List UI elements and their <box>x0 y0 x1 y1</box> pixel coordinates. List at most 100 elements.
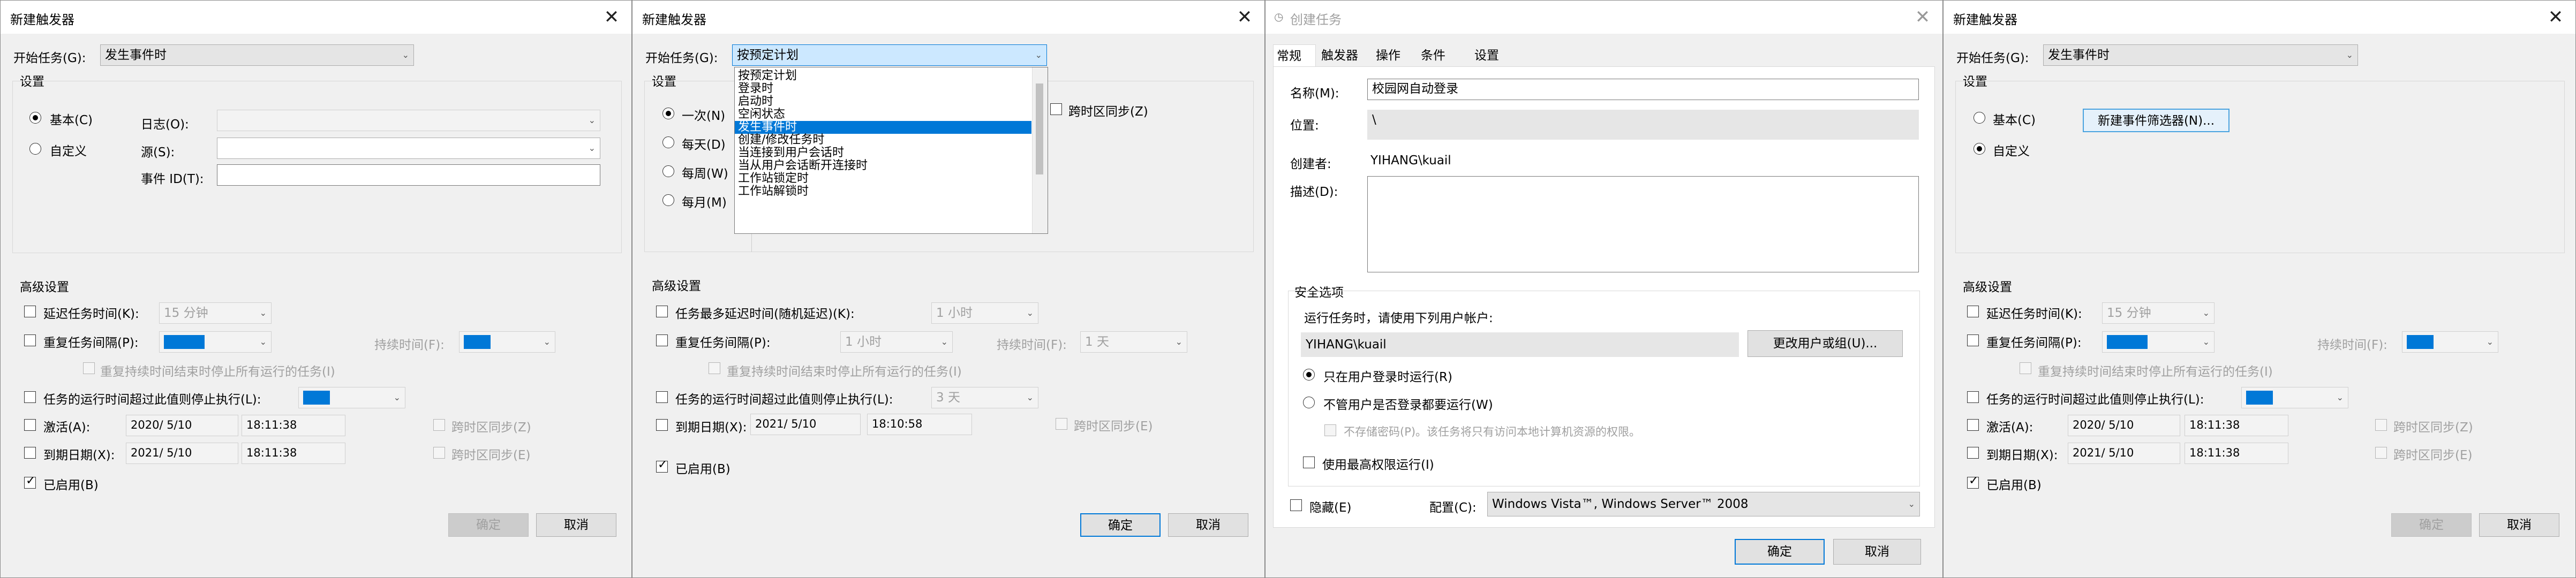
start-task-select[interactable]: 发生事件时 ⌄ <box>2043 44 2358 66</box>
activate-time[interactable]: 18:11:38 <box>2185 415 2288 436</box>
new-event-filter-button[interactable]: 新建事件筛选器(N)... <box>2083 109 2229 132</box>
repeat-select[interactable]: 1 小时 ⌄ <box>840 331 953 353</box>
log-select[interactable]: ⌄ <box>217 110 600 131</box>
start-task-select[interactable]: 按预定计划 ⌄ <box>732 44 1047 66</box>
expire-time[interactable]: 18:11:38 <box>242 443 345 464</box>
repeat-checkbox[interactable] <box>1967 334 1979 346</box>
basic-radio[interactable] <box>1974 112 1985 124</box>
stop-repeat-checkbox[interactable] <box>83 362 95 374</box>
dropdown-option[interactable]: 发生事件时 <box>735 121 1031 134</box>
once-radio[interactable] <box>662 108 674 119</box>
duration-select[interactable]: 1 天 ⌄ <box>1080 331 1187 353</box>
delay-select[interactable]: 1 小时 ⌄ <box>931 302 1038 324</box>
monthly-radio[interactable] <box>662 194 674 206</box>
tab-1[interactable]: 触发器 <box>1318 44 1372 67</box>
only-logged-on-radio[interactable] <box>1303 369 1315 381</box>
activate-date[interactable]: 2020/ 5/10 <box>2068 415 2180 436</box>
repeat-select[interactable]: ⌄ <box>2102 331 2215 353</box>
close-icon[interactable]: ✕ <box>2541 3 2570 32</box>
expire-time[interactable]: 18:11:38 <box>2185 443 2288 464</box>
dropdown-option[interactable]: 工作站锁定时 <box>735 172 1031 185</box>
hidden-checkbox[interactable] <box>1290 499 1302 511</box>
ok-button[interactable]: 确定 <box>2391 513 2472 537</box>
tab-4[interactable]: 设置 <box>1471 44 1516 67</box>
expire-date[interactable]: 2021/ 5/10 <box>126 443 238 464</box>
enabled-checkbox[interactable] <box>656 458 668 473</box>
close-icon[interactable]: ✕ <box>1908 3 1937 32</box>
close-icon[interactable]: ✕ <box>1230 3 1259 32</box>
basic-radio[interactable] <box>29 112 41 124</box>
sync-tz-expire-checkbox[interactable] <box>1056 418 1067 430</box>
stop-if-longer-checkbox[interactable] <box>1967 391 1979 403</box>
dropdown-option[interactable]: 登录时 <box>735 82 1031 95</box>
highest-privileges-checkbox[interactable] <box>1303 457 1315 468</box>
sync-tz-expire-checkbox[interactable] <box>433 447 445 459</box>
close-icon[interactable]: ✕ <box>597 3 626 32</box>
repeat-checkbox[interactable] <box>24 334 36 346</box>
no-store-password-checkbox[interactable] <box>1324 424 1336 436</box>
stop-repeat-checkbox[interactable] <box>2020 362 2031 374</box>
activate-checkbox[interactable] <box>24 419 36 431</box>
sync-tz-expire-checkbox[interactable] <box>2375 447 2387 459</box>
event-id-input[interactable] <box>217 164 600 186</box>
sync-tz-activate-checkbox[interactable] <box>2375 419 2387 431</box>
weekly-radio[interactable] <box>662 165 674 177</box>
start-task-dropdown-list[interactable]: 按预定计划 登录时 启动时 空闲状态 发生事件时 创建/修改任务时 当连接到用户会话时 当从用… <box>734 67 1048 234</box>
daily-radio[interactable] <box>662 136 674 148</box>
dropdown-scrollbar[interactable] <box>1032 67 1048 233</box>
stop-if-longer-select[interactable]: ⌄ <box>298 387 405 408</box>
scrollbar-thumb[interactable] <box>1036 83 1043 174</box>
duration-select[interactable]: ⌄ <box>2402 331 2498 353</box>
tab-3[interactable]: 条件 <box>1418 44 1470 67</box>
stop-if-longer-select[interactable]: ⌄ <box>2241 387 2348 408</box>
stop-if-longer-checkbox[interactable] <box>656 391 668 403</box>
configure-select[interactable]: Windows Vista™, Windows Server™ 2008 ⌄ <box>1487 492 1920 516</box>
name-input[interactable]: 校园网自动登录 <box>1367 79 1919 100</box>
expire-date[interactable]: 2021/ 5/10 <box>2068 443 2180 464</box>
delay-checkbox[interactable] <box>656 306 668 317</box>
delay-checkbox[interactable] <box>24 306 36 317</box>
delay-select[interactable]: 15 分钟 ⌄ <box>2102 302 2215 324</box>
enabled-checkbox[interactable] <box>24 474 36 489</box>
stop-repeat-checkbox[interactable] <box>709 362 720 374</box>
cancel-button[interactable]: 取消 <box>1168 513 1248 537</box>
repeat-select[interactable]: ⌄ <box>159 331 272 353</box>
expire-time[interactable]: 18:10:58 <box>867 414 972 435</box>
cancel-button[interactable]: 取消 <box>536 513 616 537</box>
custom-radio[interactable] <box>29 143 41 155</box>
cancel-button[interactable]: 取消 <box>1833 539 1921 565</box>
dropdown-option[interactable]: 当从用户会话断开连接时 <box>735 159 1031 172</box>
dropdown-option[interactable]: 按预定计划 <box>735 70 1031 82</box>
activate-checkbox[interactable] <box>1967 419 1979 431</box>
tab-0[interactable]: 常规 <box>1273 44 1316 67</box>
delay-select[interactable]: 15 分钟 ⌄ <box>159 302 272 324</box>
activate-time[interactable]: 18:11:38 <box>242 415 345 436</box>
ok-button[interactable]: 确定 <box>1080 513 1161 537</box>
repeat-checkbox[interactable] <box>656 334 668 346</box>
custom-radio[interactable] <box>1974 143 1985 155</box>
activate-date[interactable]: 2020/ 5/10 <box>126 415 238 436</box>
description-input[interactable] <box>1367 176 1919 272</box>
start-task-select[interactable]: 发生事件时 ⌄ <box>100 44 414 66</box>
dropdown-option[interactable]: 空闲状态 <box>735 108 1031 121</box>
stop-if-longer-checkbox[interactable] <box>24 391 36 403</box>
dropdown-option[interactable]: 工作站解锁时 <box>735 185 1031 198</box>
change-user-button[interactable]: 更改用户或组(U)... <box>1748 330 1903 357</box>
enabled-checkbox[interactable] <box>1967 474 1979 489</box>
dropdown-option[interactable]: 启动时 <box>735 95 1031 108</box>
source-select[interactable]: ⌄ <box>217 138 600 159</box>
tab-2[interactable]: 操作 <box>1373 44 1417 67</box>
expire-checkbox[interactable] <box>24 447 36 459</box>
stop-if-longer-select[interactable]: 3 天 ⌄ <box>931 387 1038 408</box>
dropdown-option[interactable]: 创建/修改任务时 <box>735 134 1031 147</box>
expire-date[interactable]: 2021/ 5/10 <box>750 414 861 435</box>
delay-checkbox[interactable] <box>1967 306 1979 317</box>
duration-select[interactable]: ⌄ <box>459 331 555 353</box>
ok-button[interactable]: 确定 <box>448 513 529 537</box>
dropdown-option[interactable]: 当连接到用户会话时 <box>735 147 1031 159</box>
sync-tz-activate-checkbox[interactable] <box>433 419 445 431</box>
expire-checkbox[interactable] <box>1967 447 1979 459</box>
expire-checkbox[interactable] <box>656 419 668 431</box>
whether-logged-on-radio[interactable] <box>1303 397 1315 408</box>
ok-button[interactable]: 确定 <box>1735 539 1825 565</box>
